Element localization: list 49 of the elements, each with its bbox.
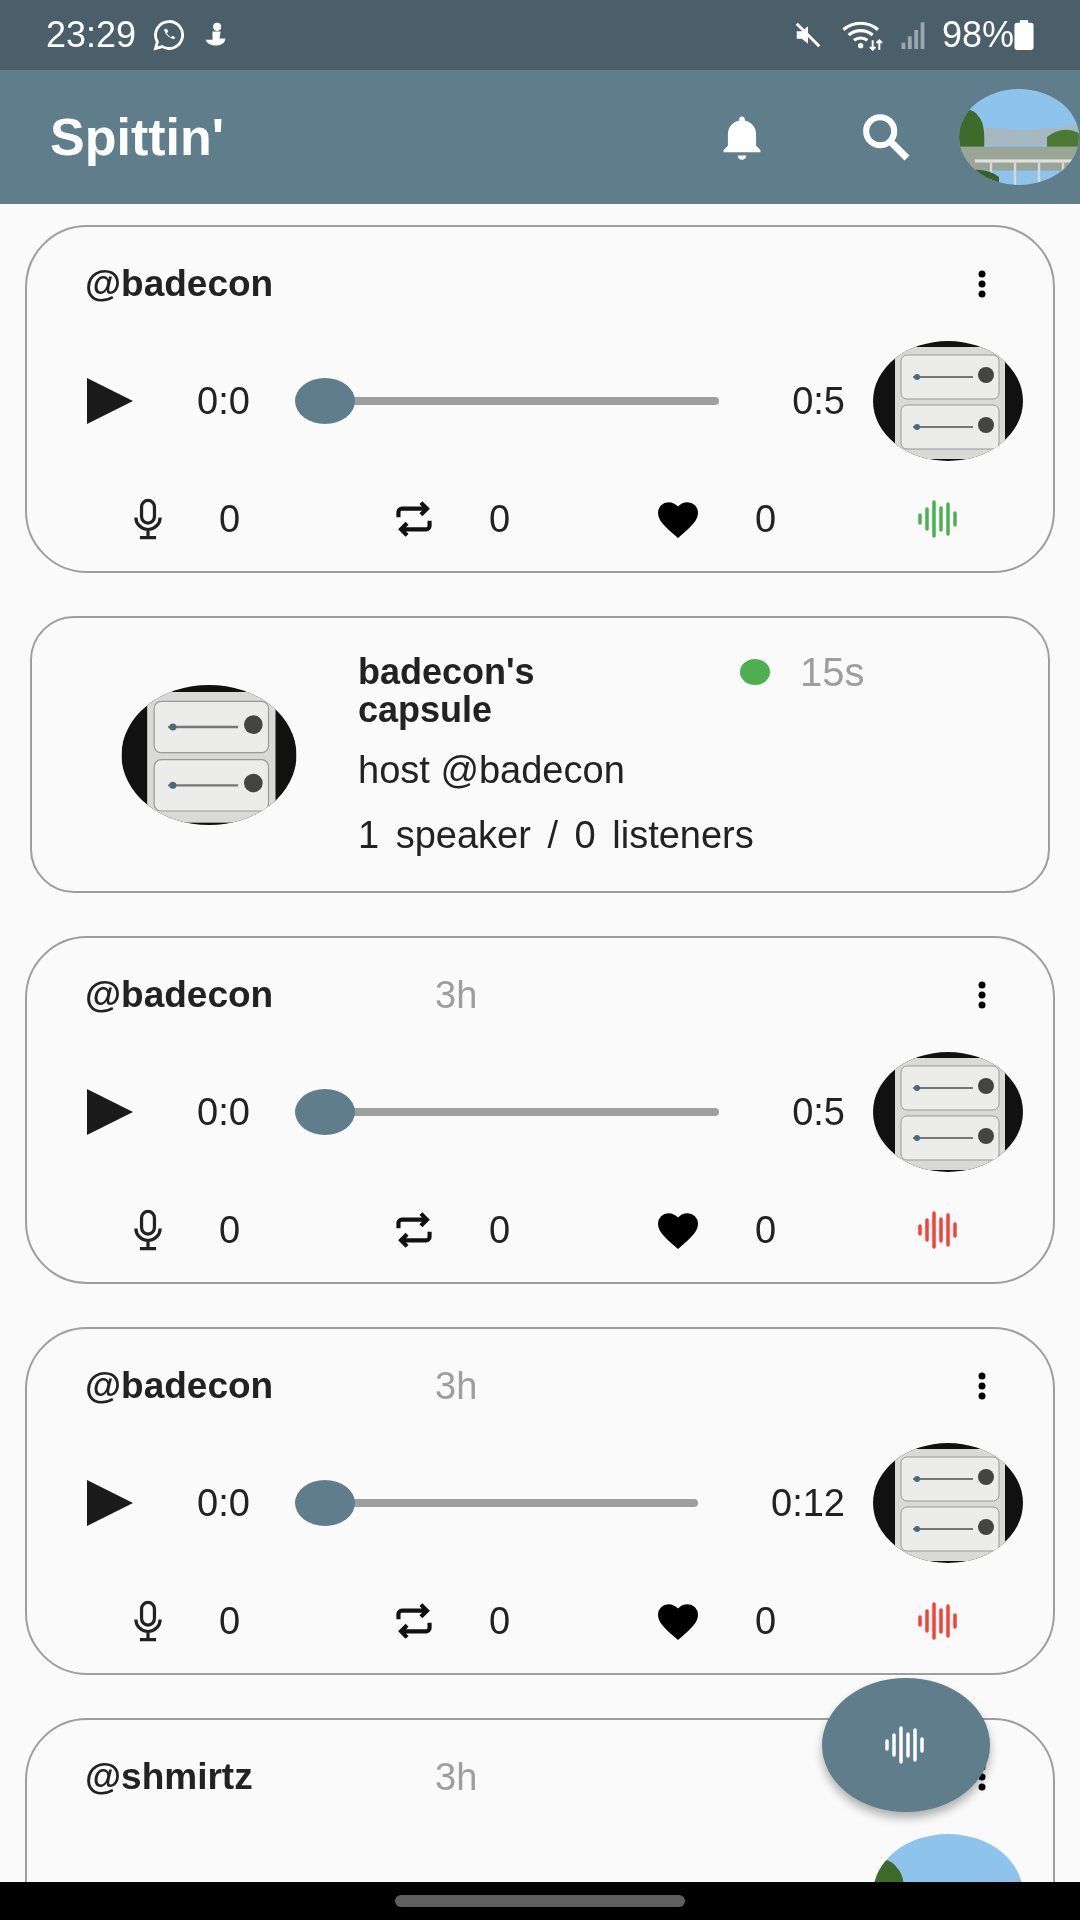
repost-count: 0	[489, 497, 511, 541]
app-title: Spittin'	[50, 107, 226, 167]
capsule-title: badecon's capsule	[358, 652, 536, 729]
microphone-icon[interactable]	[131, 1600, 165, 1642]
heart-icon[interactable]	[655, 1210, 701, 1250]
clock: 23:29	[46, 14, 137, 56]
username[interactable]: @badecon	[85, 1365, 435, 1407]
capsule-age: 15s	[800, 652, 865, 691]
duration: 0:12	[771, 1481, 845, 1525]
capsule-card[interactable]: badecon's capsule 15s host @badecon 1 speaker / 0 listeners	[30, 616, 1050, 893]
battery-icon	[1014, 20, 1034, 50]
comment-count: 0	[219, 1599, 241, 1643]
username[interactable]: @badecon	[85, 974, 435, 1016]
battery-level: 98%	[941, 14, 1014, 56]
duration: 0:5	[792, 1090, 845, 1134]
chat-icon	[152, 18, 187, 52]
username[interactable]: @shmirtz	[85, 1756, 435, 1798]
post-time: 3h	[435, 1364, 478, 1408]
play-icon[interactable]	[85, 1478, 135, 1528]
comment-count: 0	[219, 1208, 241, 1252]
post-time: 3h	[435, 1755, 478, 1799]
heart-icon[interactable]	[655, 1601, 701, 1641]
like-count: 0	[755, 497, 777, 541]
elapsed-time: 0:0	[197, 379, 250, 423]
host-label: host @badecon	[358, 748, 626, 792]
more-icon[interactable]	[977, 981, 987, 1009]
repost-icon[interactable]	[393, 1602, 435, 1640]
like-count: 0	[755, 1208, 777, 1252]
audience-count: 1 speaker / 0 listeners	[358, 813, 755, 857]
play-icon[interactable]	[85, 1087, 135, 1137]
more-icon[interactable]	[977, 1372, 987, 1400]
post-time: 3h	[435, 973, 478, 1017]
username[interactable]: @badecon	[85, 263, 435, 305]
more-icon[interactable]	[977, 270, 987, 298]
elapsed-time: 0:0	[197, 1481, 250, 1525]
repost-count: 0	[489, 1599, 511, 1643]
like-count: 0	[755, 1599, 777, 1643]
duration: 0:5	[792, 379, 845, 423]
repost-icon[interactable]	[393, 1211, 435, 1249]
repost-count: 0	[489, 1208, 511, 1252]
microphone-icon[interactable]	[131, 1209, 165, 1251]
comment-count: 0	[219, 497, 241, 541]
wifi-icon	[839, 19, 884, 51]
repost-icon[interactable]	[393, 500, 435, 538]
elapsed-time: 0:0	[197, 1090, 250, 1134]
microphone-icon[interactable]	[131, 498, 165, 540]
heart-icon[interactable]	[655, 499, 701, 539]
play-icon[interactable]	[85, 376, 135, 426]
signal-icon	[899, 21, 926, 49]
